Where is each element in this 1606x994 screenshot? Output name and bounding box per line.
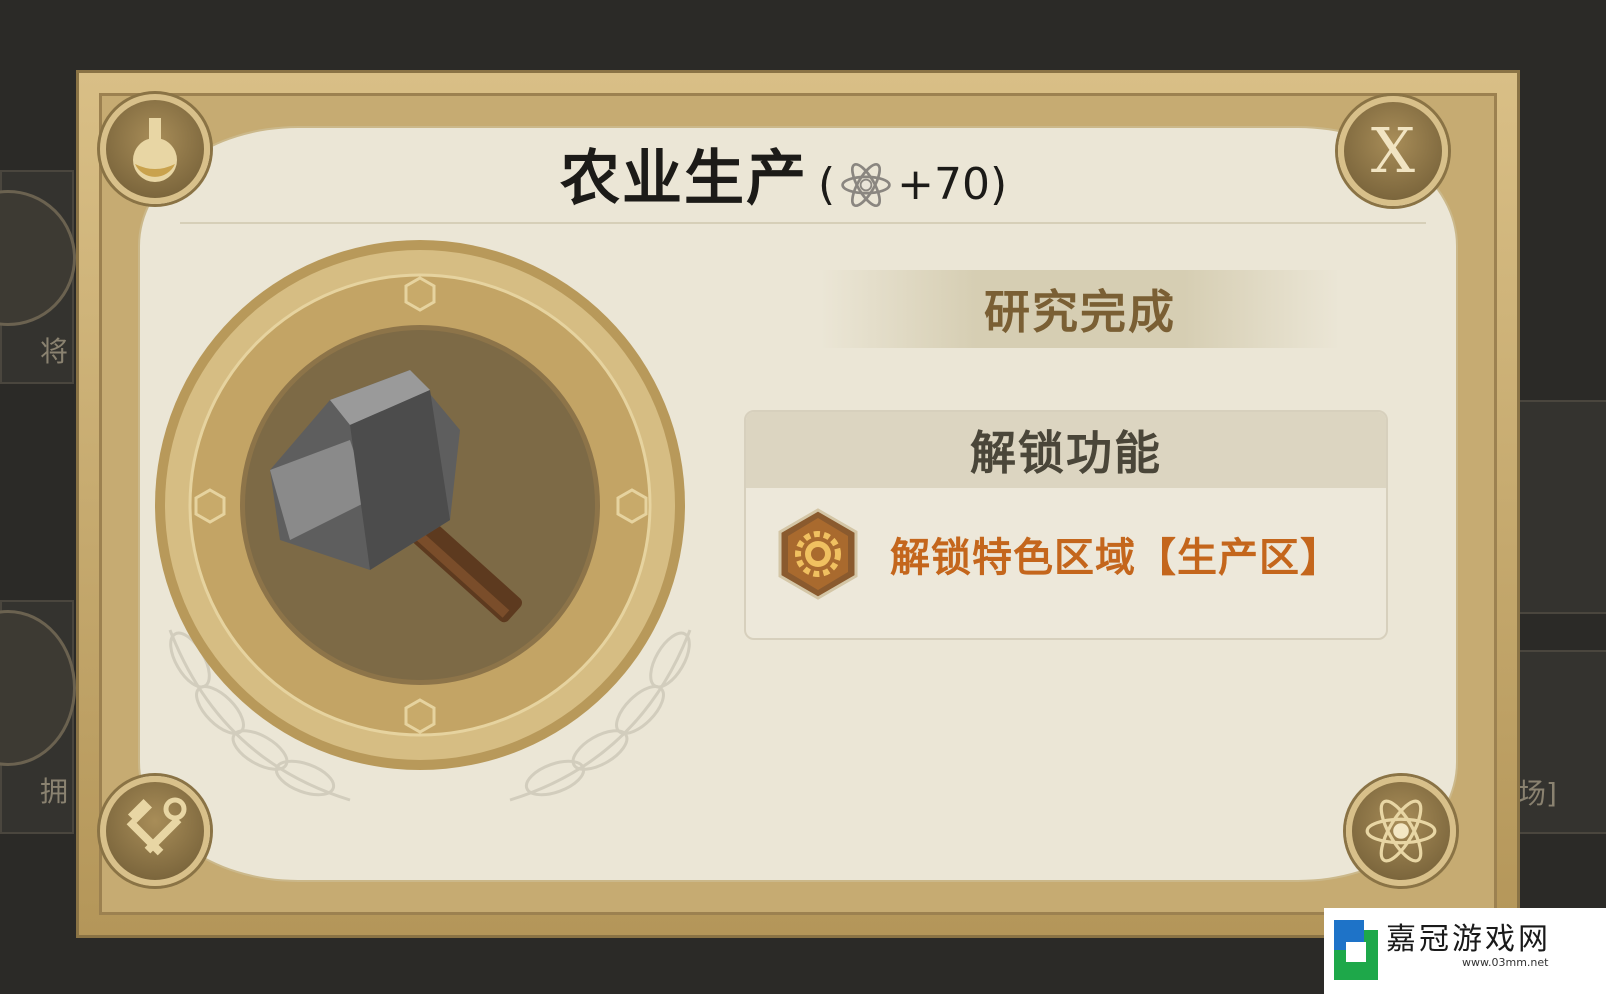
watermark-name: 嘉冠游戏网 bbox=[1386, 922, 1551, 957]
title-row: 农业生产 ( +70 ) bbox=[560, 130, 1007, 217]
unlock-header: 解锁功能 bbox=[746, 412, 1386, 488]
unlock-item-label: 解锁特色区域【生产区】 bbox=[890, 535, 1341, 581]
bonus-value: +70 bbox=[897, 159, 991, 210]
research-status-banner: 研究完成 bbox=[820, 270, 1340, 348]
background-label: 拥 bbox=[40, 775, 69, 808]
bonus-paren-close: ) bbox=[990, 159, 1008, 210]
bonus-paren-open: ( bbox=[818, 159, 836, 210]
watermark: 嘉冠游戏网 www.03mm.net bbox=[1324, 908, 1606, 994]
page-title: 农业生产 bbox=[560, 144, 808, 214]
unlock-panel: 解锁功能 解锁特色区域【生产区】 bbox=[744, 410, 1388, 640]
close-button[interactable]: X bbox=[1338, 96, 1448, 206]
research-status: 研究完成 bbox=[984, 285, 1176, 339]
watermark-url: www.03mm.net bbox=[1462, 956, 1549, 969]
flask-button bbox=[100, 94, 210, 204]
header-divider bbox=[180, 222, 1426, 224]
close-icon: X bbox=[1370, 114, 1416, 187]
technology-medal bbox=[155, 240, 692, 802]
background-label: 将 bbox=[40, 335, 69, 368]
unlock-heading: 解锁功能 bbox=[970, 426, 1162, 480]
unlock-item-row: 解锁特色区域【生产区】 bbox=[776, 508, 1341, 600]
atom-icon bbox=[1365, 799, 1437, 863]
atom-button bbox=[1346, 776, 1456, 886]
research-bonus: ( +70 ) bbox=[818, 158, 1007, 212]
gear-icon bbox=[778, 508, 858, 600]
atom-icon bbox=[841, 162, 891, 207]
flask-icon bbox=[133, 118, 177, 182]
watermark-logo-icon bbox=[1334, 920, 1378, 980]
